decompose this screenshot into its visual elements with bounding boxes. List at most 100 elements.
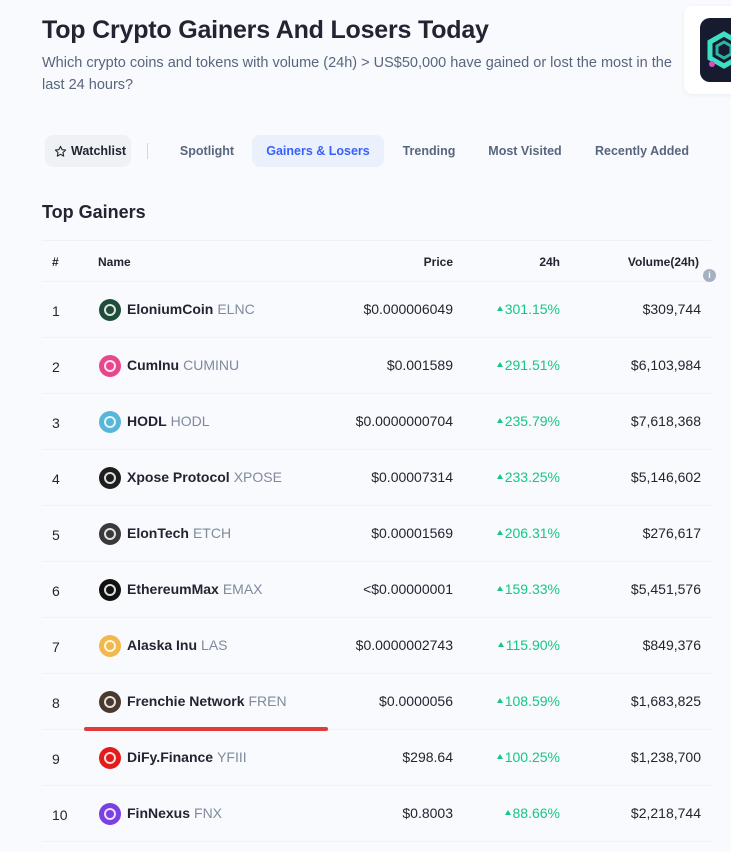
coin-logo-icon [98,410,122,434]
coin-name: EloniumCoin [127,301,214,317]
change-value: 100.25% [504,749,560,765]
coin-name: Alaska Inu [127,637,198,653]
change-value: 235.79% [504,413,560,429]
change-value: 206.31% [504,525,560,541]
change-value: 301.15% [504,301,560,317]
table-row[interactable]: 10 FinNexus FNX $0.8003 88.66% $2,218,744 [42,786,711,842]
coin-name-link[interactable]: EthereumMax EMAX [127,581,263,597]
coin-volume: $309,744 [642,301,701,317]
table-row[interactable]: 6 EthereumMax EMAX <$0.00000001 159.33% $… [42,562,711,618]
coin-price: $0.00007314 [371,469,453,485]
coin-volume: $276,617 [642,525,701,541]
coin-volume: $6,103,984 [630,357,701,373]
caret-up-icon [496,306,503,311]
change-value: 108.59% [504,693,560,709]
coin-name-link[interactable]: FinNexus FNX [127,805,222,821]
coin-logo-icon [98,634,122,658]
row-rank: 3 [52,415,60,431]
table-row[interactable]: 8 Frenchie Network FREN $0.0000056 108.59… [42,674,711,730]
table-row[interactable]: 2 CumInu CUMINU $0.001589 291.51% $6,103,… [42,338,711,394]
coin-name-link[interactable]: EloniumCoin ELNC [127,301,255,317]
row-rank: 4 [52,471,60,487]
coin-change-24h: 88.66% [504,805,560,821]
col-volume[interactable]: Volume(24h) i [628,255,716,282]
coin-volume: $1,238,700 [630,749,701,765]
row-rank: 6 [52,583,60,599]
app-logo-icon [700,18,731,82]
tab-gainers-losers[interactable]: Gainers & Losers [252,135,384,167]
caret-up-icon [496,418,503,423]
page-description: Which crypto coins and tokens with volum… [42,55,672,93]
change-value: 291.51% [504,357,560,373]
coin-price: $0.0000056 [379,693,453,709]
tab-divider [147,143,148,159]
gainers-table: # Name Price 24h Volume(24h) i 1 EloniumC… [42,240,716,842]
caret-up-icon [504,810,511,815]
info-icon[interactable]: i [703,269,716,282]
tab-recently-added[interactable]: Recently Added [582,135,702,167]
watchlist-label: Watchlist [71,144,127,158]
coin-volume: $849,376 [642,637,701,653]
table-row[interactable]: 5 ElonTech ETCH $0.00001569 206.31% $276,… [42,506,711,562]
caret-up-icon [496,474,503,479]
coin-logo-icon [98,354,122,378]
coin-name: FinNexus [127,805,191,821]
table-header: # Name Price 24h Volume(24h) i [42,240,716,282]
coin-symbol: EMAX [222,581,263,597]
coin-change-24h: 291.51% [496,357,560,373]
col-24h[interactable]: 24h [539,255,560,269]
coin-name-link[interactable]: Xpose Protocol XPOSE [127,469,282,485]
coin-volume: $5,451,576 [630,581,701,597]
coin-change-24h: 301.15% [496,301,560,317]
coin-name-link[interactable]: DiFy.Finance YFIII [127,749,247,765]
tab-most-visited[interactable]: Most Visited [477,135,573,167]
table-row[interactable]: 7 Alaska Inu LAS $0.0000002743 115.90% $8… [42,618,711,674]
coin-price: $0.0000000704 [355,413,453,429]
coin-logo-icon [98,298,122,322]
watchlist-button[interactable]: Watchlist [45,135,131,167]
coin-symbol: XPOSE [233,469,282,485]
table-row[interactable]: 9 DiFy.Finance YFIII $298.64 100.25% $1,2… [42,730,711,786]
table-row[interactable]: 1 EloniumCoin ELNC $0.000006049 301.15% $… [42,282,711,338]
coin-name: EthereumMax [127,581,219,597]
coin-price: $0.00001569 [371,525,453,541]
col-name[interactable]: Name [98,255,131,269]
coin-symbol: FNX [194,805,223,821]
coin-symbol: FREN [248,693,287,709]
col-price[interactable]: Price [424,255,453,269]
caret-up-icon [497,642,504,647]
coin-name-link[interactable]: ElonTech ETCH [127,525,231,541]
coin-name: Xpose Protocol [127,469,230,485]
row-rank: 9 [52,751,60,767]
table-row[interactable]: 3 HODL HODL $0.0000000704 235.79% $7,618,… [42,394,711,450]
change-value: 233.25% [504,469,560,485]
coin-change-24h: 206.31% [496,525,560,541]
caret-up-icon [496,698,503,703]
caret-up-icon [496,586,503,591]
table-row[interactable]: 4 Xpose Protocol XPOSE $0.00007314 233.25… [42,450,711,506]
coin-price: $0.0000002743 [355,637,453,653]
coin-name-link[interactable]: HODL HODL [127,413,210,429]
star-icon [54,145,67,157]
coin-change-24h: 115.90% [497,637,560,653]
coin-name-link[interactable]: CumInu CUMINU [127,357,239,373]
coin-name: ElonTech [127,525,189,541]
coin-name-link[interactable]: Alaska Inu LAS [127,637,228,653]
tab-trending[interactable]: Trending [389,135,469,167]
coin-logo-icon [98,746,122,770]
coin-price: $0.001589 [386,357,453,373]
section-title-top-gainers: Top Gainers [42,202,146,222]
coin-name-link[interactable]: Frenchie Network FREN [127,693,287,709]
col-rank[interactable]: # [52,255,59,269]
coin-change-24h: 108.59% [496,693,560,709]
coin-symbol: YFIII [217,749,247,765]
row-rank: 8 [52,695,60,711]
caret-up-icon [496,362,503,367]
promo-card[interactable] [684,6,731,94]
coin-change-24h: 159.33% [496,581,560,597]
coin-name: CumInu [127,357,180,373]
coin-logo-icon [98,522,122,546]
change-value: 115.90% [505,637,560,653]
coin-change-24h: 100.25% [496,749,560,765]
tab-spotlight[interactable]: Spotlight [167,135,247,167]
